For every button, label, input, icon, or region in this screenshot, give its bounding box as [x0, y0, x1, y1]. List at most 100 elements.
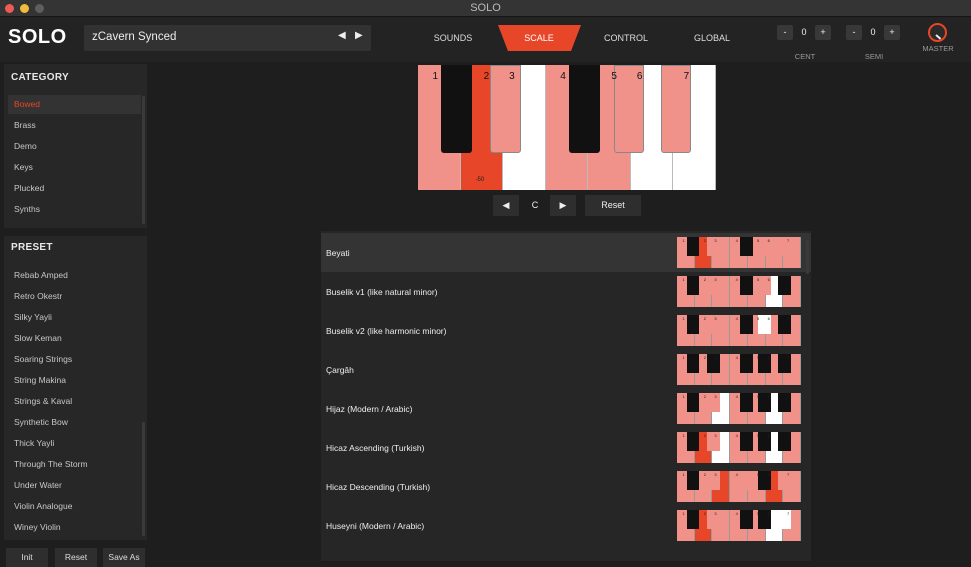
- category-item[interactable]: Brass: [8, 116, 141, 135]
- scale-row[interactable]: Çargâh 1 2 3 4 5 6 7: [321, 350, 811, 389]
- semi-stepper: - 0 + SEMI: [846, 25, 902, 61]
- mini-degree-number: 5: [756, 316, 760, 321]
- mini-keyboard: 1 2 3 4 5 6 7: [677, 471, 801, 502]
- preset-item[interactable]: Synthetic Bow: [8, 413, 141, 432]
- init-button[interactable]: Init: [6, 548, 48, 567]
- preset-item[interactable]: Thick Yayli: [8, 434, 141, 453]
- mini-black-key: [686, 237, 700, 256]
- cent-stepper: - 0 + CENT: [777, 25, 833, 61]
- mini-degree-number: 1: [682, 316, 685, 321]
- mini-degree-number: 3: [714, 394, 717, 399]
- scale-row[interactable]: Hicaz Descending (Turkish) 1 2 3 4 5 6 7: [321, 467, 811, 506]
- preset-item[interactable]: Soaring Strings: [8, 350, 141, 369]
- preset-scrollbar[interactable]: [142, 422, 145, 536]
- mini-degree-number: 1: [682, 277, 685, 282]
- scale-row[interactable]: Buselik v1 (like natural minor) 1 2 3 4 5 6 7: [321, 272, 811, 311]
- scale-name: Hicaz Ascending (Turkish): [326, 443, 425, 453]
- tab-global[interactable]: GLOBAL: [684, 25, 740, 51]
- semi-minus-button[interactable]: -: [846, 25, 862, 40]
- category-panel: CATEGORY Bowed Brass Demo Keys Plucked Synths: [4, 64, 147, 228]
- mini-degree-number: 4: [735, 472, 738, 477]
- prev-sound-icon[interactable]: ◀: [338, 30, 346, 41]
- master-knob[interactable]: [928, 23, 947, 42]
- mini-degree-number: 4: [735, 433, 738, 438]
- title-bar: SOLO: [0, 0, 971, 17]
- preset-item[interactable]: Violin Analogue: [8, 497, 141, 516]
- scale-name: Hicaz Descending (Turkish): [326, 482, 431, 492]
- next-sound-icon[interactable]: ▶: [355, 30, 363, 41]
- preset-item[interactable]: Retro Okestr: [8, 287, 141, 306]
- mini-degree-number: 5: [756, 394, 760, 399]
- reset-preset-button[interactable]: Reset: [55, 548, 97, 567]
- preset-item[interactable]: Rebab Amped: [8, 266, 141, 285]
- tab-scale[interactable]: SCALE: [509, 25, 569, 51]
- semi-plus-button[interactable]: +: [884, 25, 900, 40]
- degree-number: 3: [509, 71, 515, 82]
- tab-sounds[interactable]: SOUNDS: [424, 25, 482, 51]
- mini-degree-number: 6: [767, 316, 770, 321]
- mini-degree-number: 7: [787, 511, 790, 516]
- preset-item[interactable]: Winey Violin: [8, 518, 141, 537]
- scale-row[interactable]: Huseyni (Modern / Arabic) 1 2 3 4 5 6 7: [321, 506, 811, 545]
- preset-item[interactable]: String Makina: [8, 371, 141, 390]
- mini-degree-number: 4: [735, 316, 738, 321]
- cent-plus-button[interactable]: +: [815, 25, 831, 40]
- mini-black-key: [686, 393, 700, 412]
- mini-black-key: [686, 354, 700, 373]
- preset-item[interactable]: Under Water: [8, 476, 141, 495]
- mini-degree-number: 2: [703, 511, 707, 516]
- mini-degree-number: 3: [714, 511, 717, 516]
- scale-name: Buselik v2 (like harmonic minor): [326, 326, 447, 336]
- degree-number: 1: [432, 71, 439, 82]
- mini-keyboard: 1 2 3 4 5 6 7: [677, 315, 801, 346]
- category-item[interactable]: Plucked: [8, 179, 141, 198]
- reset-scale-button[interactable]: Reset: [585, 195, 641, 216]
- black-key[interactable]: [441, 65, 473, 153]
- mini-black-key: [739, 315, 753, 334]
- next-key-button[interactable]: ▶: [550, 195, 576, 216]
- preset-item[interactable]: Slow Keman: [8, 329, 141, 348]
- degree-number: 2: [483, 71, 490, 82]
- mini-degree-number: 7: [787, 316, 790, 321]
- window-title: SOLO: [470, 2, 501, 14]
- cent-minus-button[interactable]: -: [777, 25, 793, 40]
- mini-degree-number: 5: [756, 277, 760, 282]
- mini-degree-number: 1: [682, 355, 685, 360]
- app-logo: SOLO: [8, 26, 67, 48]
- prev-key-button[interactable]: ◀: [493, 195, 519, 216]
- scale-row[interactable]: Beyati 1 2 3 4 5 6 7: [321, 233, 811, 272]
- scale-row[interactable]: Hijaz (Modern / Arabic) 1 2 3 4 5 6 7: [321, 389, 811, 428]
- scale-row[interactable]: Hicaz Ascending (Turkish) 1 2 3 4 5 6 7: [321, 428, 811, 467]
- scale-list-scrollbar[interactable]: [806, 240, 809, 274]
- mini-degree-number: 5: [756, 355, 760, 360]
- mini-degree-number: 2: [703, 238, 707, 243]
- sound-selector[interactable]: zCavern Synced ◀ ▶: [84, 25, 371, 51]
- mini-degree-number: 6: [767, 511, 770, 516]
- preset-item[interactable]: Strings & Kaval: [8, 392, 141, 411]
- mini-degree-number: 6: [767, 277, 770, 282]
- mini-degree-number: 5: [756, 472, 760, 477]
- category-scrollbar[interactable]: [142, 96, 145, 224]
- mini-degree-number: 6: [767, 394, 770, 399]
- preset-item[interactable]: Silky Yayli: [8, 308, 141, 327]
- black-key[interactable]: [569, 65, 600, 153]
- scale-row[interactable]: Buselik v2 (like harmonic minor) 1 2 3 4 5 6 7: [321, 311, 811, 350]
- black-key[interactable]: [490, 65, 521, 153]
- preset-item[interactable]: Through The Storm: [8, 455, 141, 474]
- category-item[interactable]: Bowed: [8, 95, 141, 114]
- mini-black-key: [739, 393, 753, 412]
- mini-degree-number: 1: [682, 394, 685, 399]
- save-as-button[interactable]: Save As: [103, 548, 145, 567]
- mini-black-key: [739, 237, 753, 256]
- mini-degree-number: 7: [787, 277, 790, 282]
- category-item[interactable]: Keys: [8, 158, 141, 177]
- scale-keyboard: 1 2 3 4 5 6 7 -50: [418, 65, 716, 190]
- semi-label: SEMI: [864, 52, 884, 61]
- category-item[interactable]: Demo: [8, 137, 141, 156]
- category-item[interactable]: Synths: [8, 200, 141, 219]
- mini-degree-number: 2: [703, 277, 707, 282]
- scale-list: Beyati 1 2 3 4 5 6 7 Buselik v1 (like natural mi…: [321, 231, 811, 561]
- tab-control[interactable]: CONTROL: [596, 25, 656, 51]
- mini-degree-number: 6: [767, 355, 770, 360]
- mini-keyboard: 1 2 3 4 5 6 7: [677, 354, 801, 385]
